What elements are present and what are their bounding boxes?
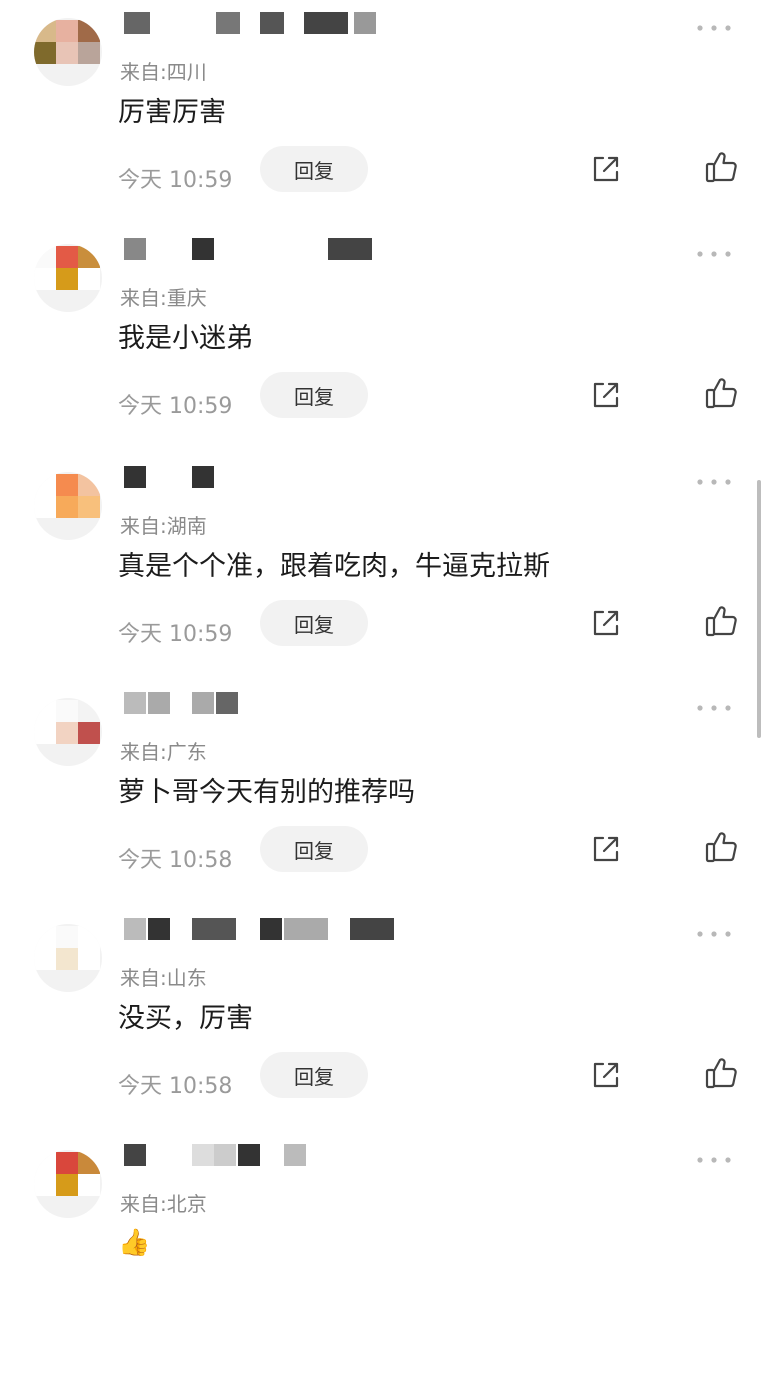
comment-item: 来自:湖南真是个个准，跟着吃肉，牛逼克拉斯今天 10:59 回复 <box>0 466 768 698</box>
avatar[interactable] <box>34 1150 102 1218</box>
scrollbar[interactable] <box>757 480 761 738</box>
location-label: 来自:湖南 <box>120 514 207 538</box>
timestamp: 今天 10:59 <box>118 622 233 647</box>
thumbs-up-icon[interactable] <box>704 829 740 865</box>
comment-text: 没买，厉害 <box>118 1003 253 1034</box>
more-dots-icon[interactable] <box>694 246 734 260</box>
location-label: 来自:重庆 <box>120 286 207 310</box>
reply-button[interactable]: 回复 <box>260 146 368 192</box>
comment-text: 厉害厉害 <box>118 97 226 128</box>
share-icon[interactable] <box>590 833 622 865</box>
share-icon[interactable] <box>590 153 622 185</box>
comment-item: 来自:重庆我是小迷弟今天 10:59 回复 <box>0 238 768 470</box>
avatar[interactable] <box>34 472 102 540</box>
comment-text: 萝卜哥今天有别的推荐吗 <box>118 777 415 808</box>
share-icon[interactable] <box>590 607 622 639</box>
comment-item: 来自:北京 <box>0 1144 768 1376</box>
reply-button[interactable]: 回复 <box>260 372 368 418</box>
share-icon[interactable] <box>590 379 622 411</box>
more-dots-icon[interactable] <box>694 474 734 488</box>
thumbs-up-icon[interactable] <box>704 1055 740 1091</box>
thumbs-up-icon[interactable] <box>704 375 740 411</box>
location-label: 来自:山东 <box>120 966 207 990</box>
more-dots-icon[interactable] <box>694 926 734 940</box>
more-dots-icon[interactable] <box>694 700 734 714</box>
comment-item: 来自:山东没买，厉害今天 10:58 回复 <box>0 918 768 1150</box>
avatar[interactable] <box>34 698 102 766</box>
more-dots-icon[interactable] <box>694 1152 734 1166</box>
timestamp: 今天 10:58 <box>118 1074 233 1099</box>
reply-button[interactable]: 回复 <box>260 600 368 646</box>
location-label: 来自:四川 <box>120 60 207 84</box>
more-dots-icon[interactable] <box>694 20 734 34</box>
reply-button[interactable]: 回复 <box>260 1052 368 1098</box>
location-label: 来自:北京 <box>120 1192 207 1216</box>
timestamp: 今天 10:59 <box>118 168 233 193</box>
share-icon[interactable] <box>590 1059 622 1091</box>
timestamp: 今天 10:58 <box>118 848 233 873</box>
comment-text: 我是小迷弟 <box>118 323 253 354</box>
thumbs-up-icon[interactable] <box>704 603 740 639</box>
comment-item: 来自:四川厉害厉害今天 10:59 回复 <box>0 12 768 244</box>
comment-item: 来自:广东萝卜哥今天有别的推荐吗今天 10:58 回复 <box>0 692 768 924</box>
thumbs-up-icon[interactable] <box>704 149 740 185</box>
thumbs-up-emoji: 👍 <box>118 1228 151 1258</box>
reply-button[interactable]: 回复 <box>260 826 368 872</box>
comment-text: 真是个个准，跟着吃肉，牛逼克拉斯 <box>118 551 550 582</box>
avatar[interactable] <box>34 244 102 312</box>
location-label: 来自:广东 <box>120 740 207 764</box>
timestamp: 今天 10:59 <box>118 394 233 419</box>
avatar[interactable] <box>34 18 102 86</box>
avatar[interactable] <box>34 924 102 992</box>
